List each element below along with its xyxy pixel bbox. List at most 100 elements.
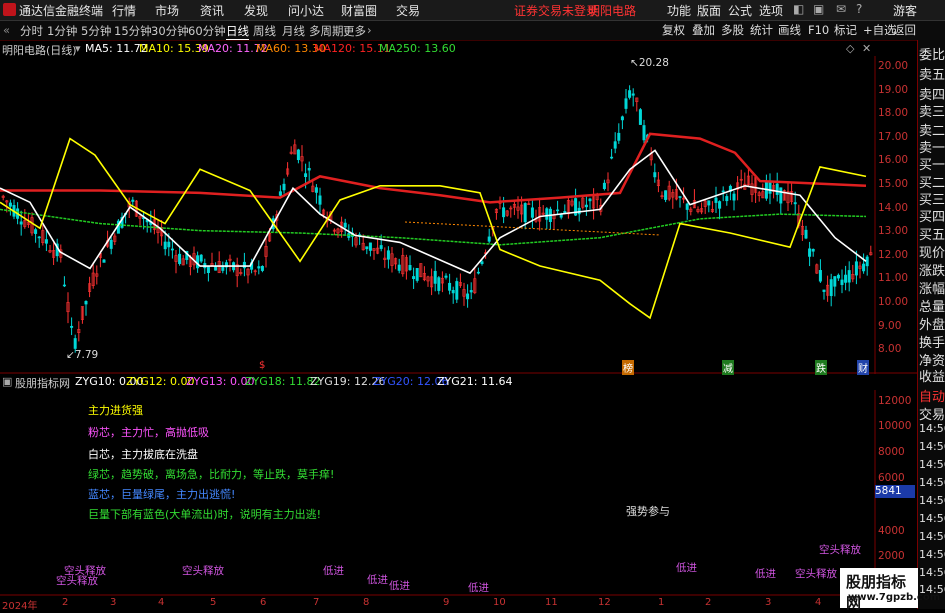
menu-formula[interactable]: 公式: [728, 2, 752, 19]
signal-marker: 空头释放: [819, 544, 861, 556]
candle-body: [196, 255, 200, 269]
event-mark[interactable]: 财: [857, 360, 869, 375]
candle-body: [642, 125, 646, 141]
skin-icon[interactable]: ▣: [813, 2, 824, 16]
candle-body: [718, 201, 722, 209]
period-monthly[interactable]: 月线: [282, 23, 305, 39]
legend-dropdown-icon[interactable]: ▾: [75, 42, 81, 55]
event-mark[interactable]: $: [258, 360, 266, 371]
watermark-url: www.7gpzb.com: [848, 592, 941, 603]
period-more[interactable]: 更多: [343, 23, 366, 39]
adjust-button[interactable]: 复权: [662, 22, 685, 38]
candle-body: [37, 236, 41, 239]
candle-body: [721, 190, 725, 193]
side-item: 涨跌: [919, 264, 945, 279]
draw-line-button[interactable]: 画线: [778, 22, 801, 38]
candle-body: [397, 264, 401, 271]
add-watchlist-button[interactable]: +自选: [863, 22, 896, 38]
period-15min[interactable]: 15分钟: [114, 23, 152, 39]
side-item[interactable]: 委比: [919, 44, 945, 63]
event-mark[interactable]: 跌: [815, 360, 827, 375]
period-60min[interactable]: 60分钟: [188, 23, 226, 39]
menu-news[interactable]: 资讯: [200, 2, 224, 19]
candle-body: [854, 261, 858, 276]
signal-marker: 低进: [676, 562, 697, 574]
title-bar: 通达信金融终端 行情 市场 资讯 发现 问小达 财富圈 交易 证券交易未登录 明…: [0, 0, 945, 21]
chart-close-icon[interactable]: ✕: [862, 42, 871, 55]
zyg12-label: ZYG12: 0.00: [126, 375, 195, 388]
auto-trade-toggle[interactable]: 自动: [919, 386, 945, 405]
period-5min[interactable]: 5分钟: [81, 23, 111, 39]
menu-wealth[interactable]: 财富圈: [341, 2, 377, 19]
side-item[interactable]: 交易: [919, 404, 945, 423]
candle-body: [584, 204, 588, 208]
candle-body: [178, 253, 182, 264]
candle-body: [415, 268, 419, 281]
period-multi[interactable]: 多周期: [309, 23, 344, 39]
candle-body: [793, 202, 797, 205]
candle-body: [19, 221, 23, 225]
menu-market[interactable]: 市场: [155, 2, 179, 19]
menu-trade[interactable]: 交易: [396, 2, 420, 19]
candle-body: [862, 263, 866, 272]
back-button[interactable]: 返回: [893, 22, 916, 38]
tick-time: 14:56: [919, 494, 945, 507]
candle-body: [664, 190, 668, 200]
price-chart[interactable]: [0, 56, 917, 374]
price-tick: 19.00: [878, 84, 909, 96]
message-icon[interactable]: ✉: [836, 2, 846, 16]
event-mark[interactable]: 减: [722, 360, 734, 375]
menu-discover[interactable]: 发现: [244, 2, 268, 19]
signal-marker: 低进: [323, 565, 344, 577]
period-1min[interactable]: 1分钟: [47, 23, 77, 39]
candle-body: [808, 248, 812, 257]
toolbar-arrow-icon[interactable]: «: [3, 23, 10, 37]
period-weekly[interactable]: 周线: [253, 23, 276, 39]
indicator-tick: 6000: [878, 472, 905, 484]
date-tick: 2024年: [2, 601, 38, 612]
settings-icon[interactable]: ◧: [793, 2, 804, 16]
help-icon[interactable]: ?: [856, 2, 862, 16]
side-item: 换手: [919, 336, 945, 351]
menu-quotes[interactable]: 行情: [112, 2, 136, 19]
candle-body: [408, 265, 412, 271]
user-label[interactable]: 游客: [893, 2, 917, 19]
login-notice[interactable]: 证券交易未登录: [514, 2, 598, 19]
mark-button[interactable]: 标记: [834, 22, 857, 38]
menu-layout[interactable]: 版面: [697, 2, 721, 19]
menu-options[interactable]: 选项: [759, 2, 783, 19]
current-value-badge: 5841: [875, 485, 915, 498]
period-daily[interactable]: 日线: [226, 23, 249, 40]
side-item: 买一: [919, 158, 945, 173]
indicator-toggle-icon[interactable]: ▣: [2, 375, 12, 388]
note-line: 粉芯，主力忙，高抛低吸: [88, 426, 209, 439]
candle-body: [653, 172, 657, 178]
menu-ask[interactable]: 问小达: [288, 2, 324, 19]
period-30min[interactable]: 30分钟: [151, 23, 189, 39]
event-mark[interactable]: 榜: [622, 360, 634, 375]
side-item: 卖五: [919, 68, 945, 83]
multi-stock-button[interactable]: 多股: [721, 22, 744, 38]
stock-name-title: 明阳电路: [588, 4, 637, 18]
candle-body: [768, 181, 772, 194]
candle-body: [167, 241, 171, 248]
side-item: 买四: [919, 210, 945, 225]
note-line: 巨量下部有蓝色(大单流出)时，说明有主力出逃!: [88, 508, 321, 521]
price-tick: 9.00: [878, 320, 902, 332]
candle-body: [296, 149, 300, 161]
candle-body: [214, 266, 218, 271]
overlay-button[interactable]: 叠加: [692, 22, 715, 38]
candle-body: [480, 261, 484, 265]
stats-button[interactable]: 统计: [750, 22, 773, 38]
candle-body: [379, 245, 383, 249]
menu-function[interactable]: 功能: [667, 2, 691, 19]
chart-settings-icon[interactable]: ◇: [846, 42, 854, 55]
date-tick: 7: [313, 597, 320, 608]
candlesticks: [1, 85, 873, 353]
f10-button[interactable]: F10: [808, 22, 829, 38]
candle-body: [779, 187, 783, 204]
signal-marker: 空头释放: [56, 575, 98, 587]
price-tick: 14.00: [878, 202, 909, 214]
period-tick[interactable]: 分时: [20, 23, 43, 39]
moving-average-lines: [0, 132, 867, 320]
